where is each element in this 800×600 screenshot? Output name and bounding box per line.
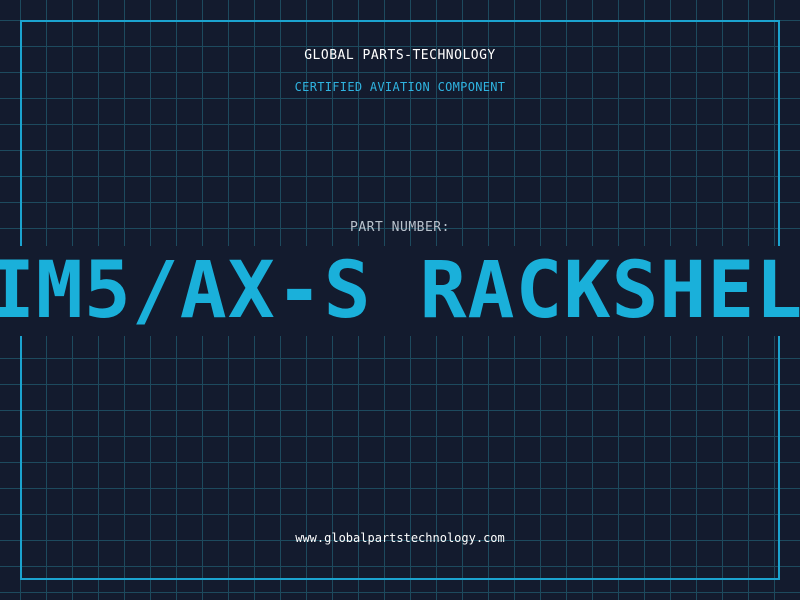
website-url: www.globalpartstechnology.com [295, 531, 505, 545]
part-number-label: PART NUMBER: [350, 220, 450, 235]
brand-name: GLOBAL PARTS-TECHNOLOGY [304, 48, 496, 63]
part-number-value: LIM5/AX-S RACKSHELF [0, 246, 800, 336]
certification-subtitle: CERTIFIED AVIATION COMPONENT [294, 80, 506, 94]
part-number-band: LIM5/AX-S RACKSHELF [0, 246, 800, 336]
label-card: GLOBAL PARTS-TECHNOLOGY CERTIFIED AVIATI… [0, 0, 800, 600]
